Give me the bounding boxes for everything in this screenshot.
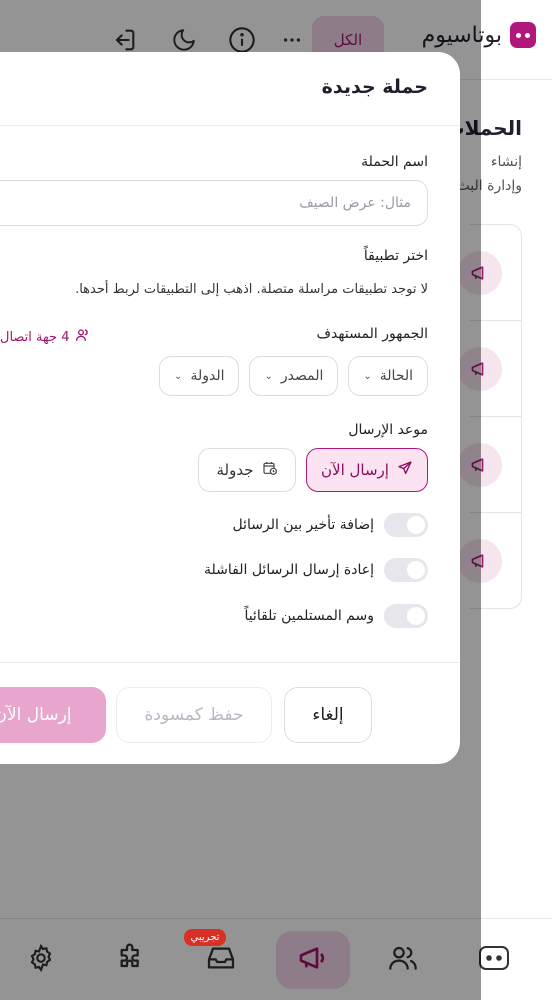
- delay-toggle-row[interactable]: إضافة تأخير بين الرسائل: [232, 513, 428, 537]
- modal-footer: إلغاء حفظ كمسودة إرسال الآن: [0, 662, 460, 764]
- beta-badge: تجريبي: [184, 929, 226, 946]
- choose-app-label: اختر تطبيقاً: [363, 248, 428, 264]
- country-filter-dropdown[interactable]: الدولة ⌄: [159, 356, 240, 396]
- schedule-label: موعد الإرسال: [348, 422, 428, 438]
- chat-bot-icon: [477, 943, 511, 977]
- status-filter-label: الحالة: [379, 368, 413, 384]
- chevron-down-icon: ⌄: [264, 370, 273, 382]
- audience-count-text: 4 جهة اتصال: [0, 329, 70, 345]
- users-icon: [75, 327, 91, 347]
- chevron-down-icon: ⌄: [363, 370, 372, 382]
- audience-label: الجمهور المستهدف: [316, 326, 428, 342]
- source-filter-dropdown[interactable]: المصدر ⌄: [249, 356, 339, 396]
- tag-toggle-row[interactable]: وسم المستلمين تلقائياً: [244, 604, 428, 628]
- audience-filters: الحالة ⌄ المصدر ⌄ الدولة ⌄: [159, 356, 428, 396]
- chevron-down-icon: ⌄: [174, 370, 183, 382]
- audience-count: 4 جهة اتصال: [0, 327, 91, 347]
- retry-toggle-row[interactable]: إعادة إرسال الرسائل الفاشلة: [204, 558, 428, 582]
- campaign-name-label: اسم الحملة: [361, 154, 428, 170]
- tag-toggle[interactable]: [384, 604, 428, 628]
- new-campaign-modal: حملة جديدة اسم الحملة اختر تطبيقاً لا تو…: [0, 52, 460, 764]
- calendar-clock-icon: [262, 460, 278, 480]
- delay-toggle[interactable]: [384, 513, 428, 537]
- campaign-name-input[interactable]: [0, 180, 428, 226]
- schedule-options: إرسال الآن جدولة: [198, 448, 428, 492]
- send-now-button[interactable]: إرسال الآن: [0, 687, 106, 743]
- brand-logo-icon: [510, 22, 536, 48]
- no-apps-hint: لا توجد تطبيقات مراسلة متصلة. اذهب إلى ا…: [75, 282, 428, 297]
- schedule-option[interactable]: جدولة: [198, 448, 296, 492]
- schedule-option-label: جدولة: [216, 461, 254, 479]
- cancel-button[interactable]: إلغاء: [284, 687, 372, 743]
- status-filter-dropdown[interactable]: الحالة ⌄: [348, 356, 428, 396]
- modal-header: حملة جديدة: [0, 52, 460, 126]
- delay-toggle-label: إضافة تأخير بين الرسائل: [232, 517, 374, 533]
- send-now-option-label: إرسال الآن: [321, 461, 389, 479]
- send-icon: [397, 460, 413, 480]
- retry-toggle[interactable]: [384, 558, 428, 582]
- save-draft-button[interactable]: حفظ كمسودة: [116, 687, 272, 743]
- modal-title: حملة جديدة: [321, 76, 428, 98]
- source-filter-label: المصدر: [280, 368, 324, 384]
- country-filter-label: الدولة: [190, 368, 225, 384]
- send-now-option[interactable]: إرسال الآن: [306, 448, 428, 492]
- retry-toggle-label: إعادة إرسال الرسائل الفاشلة: [204, 562, 374, 578]
- tag-toggle-label: وسم المستلمين تلقائياً: [244, 608, 374, 624]
